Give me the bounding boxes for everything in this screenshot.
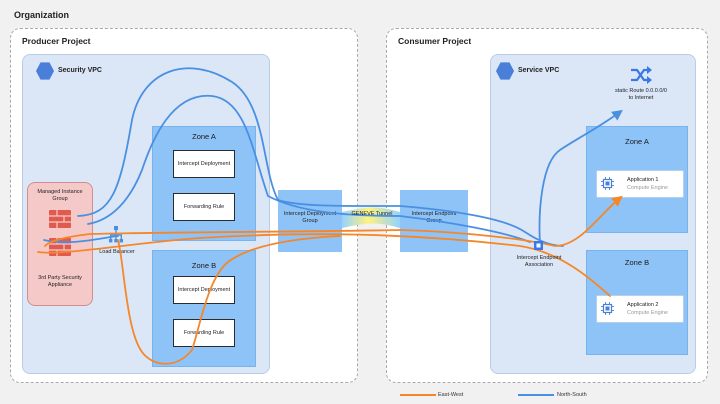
- security-vpc-title: Security VPC: [58, 67, 102, 74]
- legend-north-south: North-South: [557, 392, 587, 398]
- consumer-zone-a-title: Zone A: [625, 137, 649, 146]
- intercept-deployment-group-label: Intercept Deployment Group: [283, 211, 337, 224]
- producer-project-title: Producer Project: [22, 36, 91, 46]
- application-1-title: Application 1: [627, 177, 659, 183]
- legend-north-south-line: [518, 394, 554, 396]
- load-balancer-label: Load Balancer: [99, 249, 135, 255]
- security-appliance-label: 3rd Party Security Appliance: [38, 275, 82, 288]
- forwarding-rule-b: Forwarding Rule: [173, 319, 235, 347]
- legend-east-west-line: [400, 394, 436, 396]
- compute-engine-icon: [601, 177, 614, 190]
- shuffle-route-icon: [631, 66, 652, 84]
- service-vpc-title: Service VPC: [518, 67, 560, 74]
- application-2-title: Application 2: [627, 302, 659, 308]
- compute-engine-icon: [601, 302, 614, 315]
- producer-zone-b-title: Zone B: [191, 261, 217, 270]
- application-1-subtitle: Compute Engine: [627, 185, 668, 191]
- intercept-endpoint-group-label: Intercept Endpoint Group: [411, 211, 457, 224]
- firewall-icon: [49, 210, 71, 256]
- managed-instance-group-title: Managed Instance Group: [37, 189, 83, 202]
- geneve-tunnel-label: GENEVE Tunnel: [351, 211, 393, 217]
- load-balancer-icon: [109, 226, 123, 243]
- legend-east-west: East-West: [438, 392, 464, 398]
- organization-title: Organization: [14, 10, 70, 20]
- static-route-label: static Route 0.0.0.0/0 to Internet: [615, 88, 667, 101]
- consumer-project-title: Consumer Project: [398, 36, 472, 46]
- intercept-endpoint-association-label: Intercept Endpoint Association: [516, 255, 562, 268]
- producer-zone-a-title: Zone A: [192, 132, 216, 141]
- application-2-subtitle: Compute Engine: [627, 310, 668, 316]
- intercept-deployment-b: Intercept Deployment: [173, 276, 235, 304]
- producer-zone-a: [152, 126, 256, 241]
- forwarding-rule-a: Forwarding Rule: [173, 193, 235, 221]
- consumer-zone-b-title: Zone B: [624, 258, 650, 267]
- intercept-deployment-a: Intercept Deployment: [173, 150, 235, 178]
